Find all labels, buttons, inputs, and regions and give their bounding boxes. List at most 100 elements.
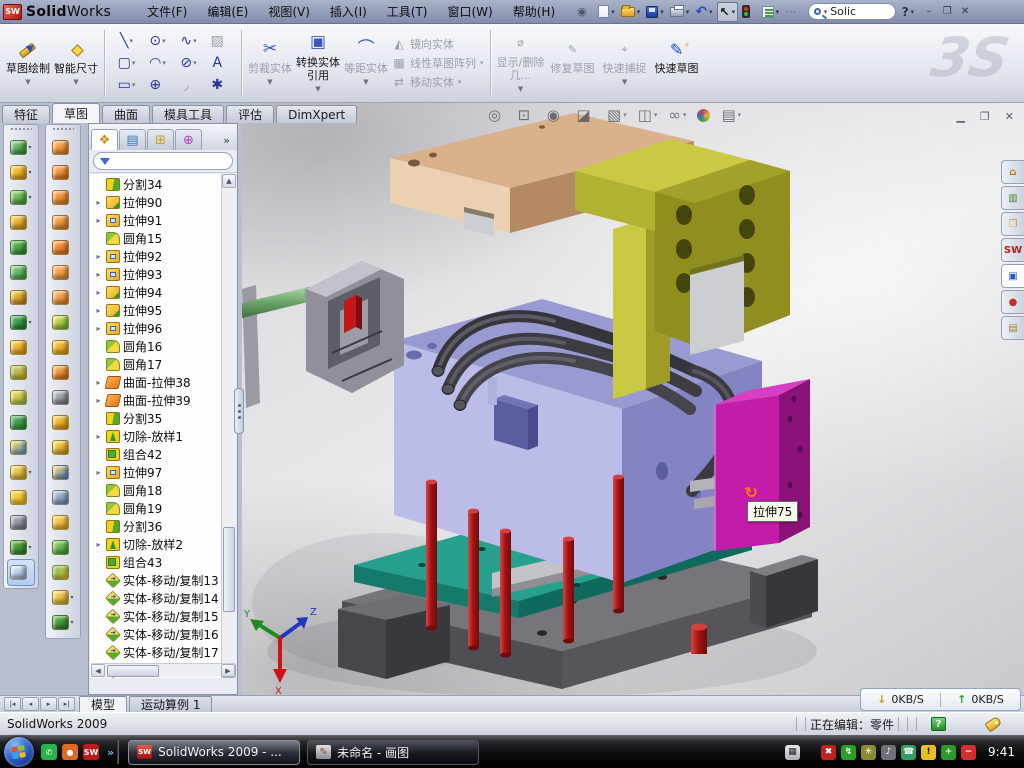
- no-entry-icon[interactable]: −: [961, 745, 976, 760]
- color-ball-icon[interactable]: ●: [62, 744, 78, 760]
- network-warning-icon[interactable]: !: [921, 745, 936, 760]
- scroll-left-icon[interactable]: ◀: [91, 664, 105, 677]
- print-icon[interactable]: ▾: [668, 2, 692, 22]
- design-library-tab[interactable]: ▥: [1001, 186, 1024, 210]
- solidworks-launcher-icon[interactable]: SW: [83, 744, 99, 760]
- tree-item[interactable]: ▸ 实体-移动/复制17: [91, 643, 220, 661]
- sketch-button[interactable]: 草图绘制 ▼: [4, 27, 52, 99]
- magnifier-icon[interactable]: ◉ ▾: [547, 106, 566, 124]
- menu-item[interactable]: 文件(F): [137, 0, 197, 24]
- smart-dimension-button[interactable]: 智能尺寸 ▼: [52, 27, 100, 99]
- more-tools-icon[interactable]: ⋯ ▾: [783, 2, 804, 22]
- linear-sketch-pattern-button[interactable]: ▦ 线性草图阵列 ▾: [392, 55, 484, 71]
- minimize-button[interactable]: –: [920, 4, 938, 19]
- convert-entities-button[interactable]: ▣ 转换实体引用 ▼: [294, 27, 342, 99]
- circle-icon[interactable]: ⊙ ▾: [142, 30, 173, 52]
- restore-button[interactable]: ❐: [938, 4, 956, 19]
- scroll-right-icon[interactable]: ▶: [221, 664, 235, 677]
- save-icon[interactable]: ▾: [644, 2, 666, 22]
- tab-nav-icon[interactable]: |◂: [4, 697, 21, 711]
- tree-item[interactable]: ▸ 拉伸95: [91, 301, 220, 319]
- file-explorer-tab[interactable]: ❒: [1001, 212, 1024, 236]
- dimxpertmanager-tab[interactable]: ⊕: [175, 129, 202, 150]
- help-dropdown-icon[interactable]: ▾: [911, 8, 915, 16]
- red-shield-icon[interactable]: ✖: [821, 745, 836, 760]
- help-button[interactable]: ?: [900, 5, 911, 19]
- tool-icon[interactable]: ▾: [46, 260, 80, 285]
- home-tab[interactable]: ⌂: [1001, 160, 1024, 184]
- appearances-tab[interactable]: ●: [1001, 290, 1024, 314]
- tag-icon[interactable]: [984, 716, 1002, 733]
- tree-item[interactable]: ▸ 拉伸91: [91, 211, 220, 229]
- tree-item[interactable]: ▸ 实体-移动/复制14: [91, 589, 220, 607]
- tool-icon[interactable]: ▾: [4, 360, 38, 385]
- tool-icon[interactable]: ▾: [46, 310, 80, 335]
- search-dropdown-icon[interactable]: ▾: [824, 8, 828, 16]
- menu-item[interactable]: 窗口(W): [438, 0, 503, 24]
- tab[interactable]: DimXpert: [276, 105, 357, 123]
- ellipse-icon[interactable]: ⊘ ▾: [173, 52, 204, 74]
- insert-block[interactable]: ↻: [715, 379, 810, 551]
- expand-arrow-icon[interactable]: ▸: [94, 540, 103, 549]
- scroll-up-icon[interactable]: ▲: [222, 174, 236, 188]
- panel-splitter-handle[interactable]: [234, 388, 244, 434]
- tab-nav-icon[interactable]: ◂: [22, 697, 39, 711]
- tool-icon[interactable]: ▾: [46, 210, 80, 235]
- tool-icon[interactable]: ▾: [4, 485, 38, 510]
- tree-item[interactable]: ▸ 拉伸92: [91, 247, 220, 265]
- tab[interactable]: 评估: [226, 105, 274, 123]
- tree-filter-input[interactable]: [93, 152, 233, 170]
- expand-arrow-icon[interactable]: ▸: [94, 432, 103, 441]
- tab[interactable]: 曲面: [102, 105, 150, 123]
- appearance-icon[interactable]: ▾: [697, 109, 710, 122]
- nozzle-assembly[interactable]: [242, 261, 404, 408]
- tree-item[interactable]: ▸ 拉伸96: [91, 319, 220, 337]
- motion-study-tab[interactable]: 运动算例 1: [129, 696, 212, 712]
- configurationmanager-tab[interactable]: ⊞: [147, 129, 174, 150]
- new-document-icon[interactable]: ▾: [596, 2, 617, 22]
- menu-item[interactable]: 帮助(H): [503, 0, 565, 24]
- view-orientation-icon[interactable]: ▧ ▾: [607, 106, 627, 124]
- toolbar-grip[interactable]: [52, 127, 74, 132]
- expand-arrow-icon[interactable]: ▸: [94, 396, 103, 405]
- rectangle-icon[interactable]: ▢ ▾: [111, 52, 142, 74]
- tool-icon[interactable]: ▾: [4, 535, 38, 560]
- menu-item[interactable]: 编辑(E): [197, 0, 258, 24]
- line-icon[interactable]: ╲ ▾: [111, 30, 142, 52]
- tool-icon[interactable]: ▾: [4, 210, 38, 235]
- tool-icon[interactable]: ▾: [46, 485, 80, 510]
- menu-item[interactable]: 视图(V): [258, 0, 320, 24]
- panel-overflow-button[interactable]: »: [218, 134, 235, 150]
- expand-arrow-icon[interactable]: ▸: [94, 288, 103, 297]
- propertymanager-tab[interactable]: ▤: [119, 129, 146, 150]
- tool-icon[interactable]: ▾: [4, 160, 38, 185]
- tool-icon[interactable]: ▾: [4, 285, 38, 310]
- quick-tips-button[interactable]: ?: [931, 717, 946, 731]
- start-button[interactable]: [4, 737, 34, 767]
- undo-icon[interactable]: ↶ ▾: [693, 2, 714, 22]
- tab[interactable]: 模具工具: [152, 105, 224, 123]
- expand-arrow-icon[interactable]: ▸: [94, 270, 103, 279]
- selection-box-icon[interactable]: ▨ ▾: [204, 30, 235, 52]
- expand-arrow-icon[interactable]: ▸: [94, 198, 103, 207]
- expand-arrow-icon[interactable]: ▸: [94, 252, 103, 261]
- repair-sketch-button[interactable]: ✎ 修复草图 ▼: [547, 27, 599, 99]
- tree-item[interactable]: ▸ 实体-移动/复制16: [91, 625, 220, 643]
- tree-item[interactable]: ▸ 分割34: [91, 175, 220, 193]
- zoom-area-icon[interactable]: ⊡ ▾: [518, 106, 536, 124]
- tree-item[interactable]: ▸ 拉伸93: [91, 265, 220, 283]
- tree-item[interactable]: ▸ 实体-移动/复制13: [91, 571, 220, 589]
- tool-icon[interactable]: ▾: [4, 235, 38, 260]
- tree-item[interactable]: ▸ 切除-放样2: [91, 535, 220, 553]
- tree-item[interactable]: ▸ 圆角15: [91, 229, 220, 247]
- tree-item[interactable]: ▸ 切除-放样1: [91, 427, 220, 445]
- move-entities-button[interactable]: ⇄ 移动实体 ▾: [392, 74, 484, 90]
- display-delete-relations-button[interactable]: ⌀ 显示/删除几... ▼: [495, 27, 547, 99]
- task-solidworks[interactable]: SW SolidWorks 2009 - ...: [128, 740, 300, 765]
- tool-icon[interactable]: ▾: [46, 185, 80, 210]
- arc-icon[interactable]: ◠ ▾: [142, 52, 173, 74]
- tree-item[interactable]: ▸ 圆角18: [91, 481, 220, 499]
- tree-item[interactable]: ▸ 拉伸94: [91, 283, 220, 301]
- tool-icon[interactable]: ▾: [4, 335, 38, 360]
- tool-icon[interactable]: ▾: [4, 410, 38, 435]
